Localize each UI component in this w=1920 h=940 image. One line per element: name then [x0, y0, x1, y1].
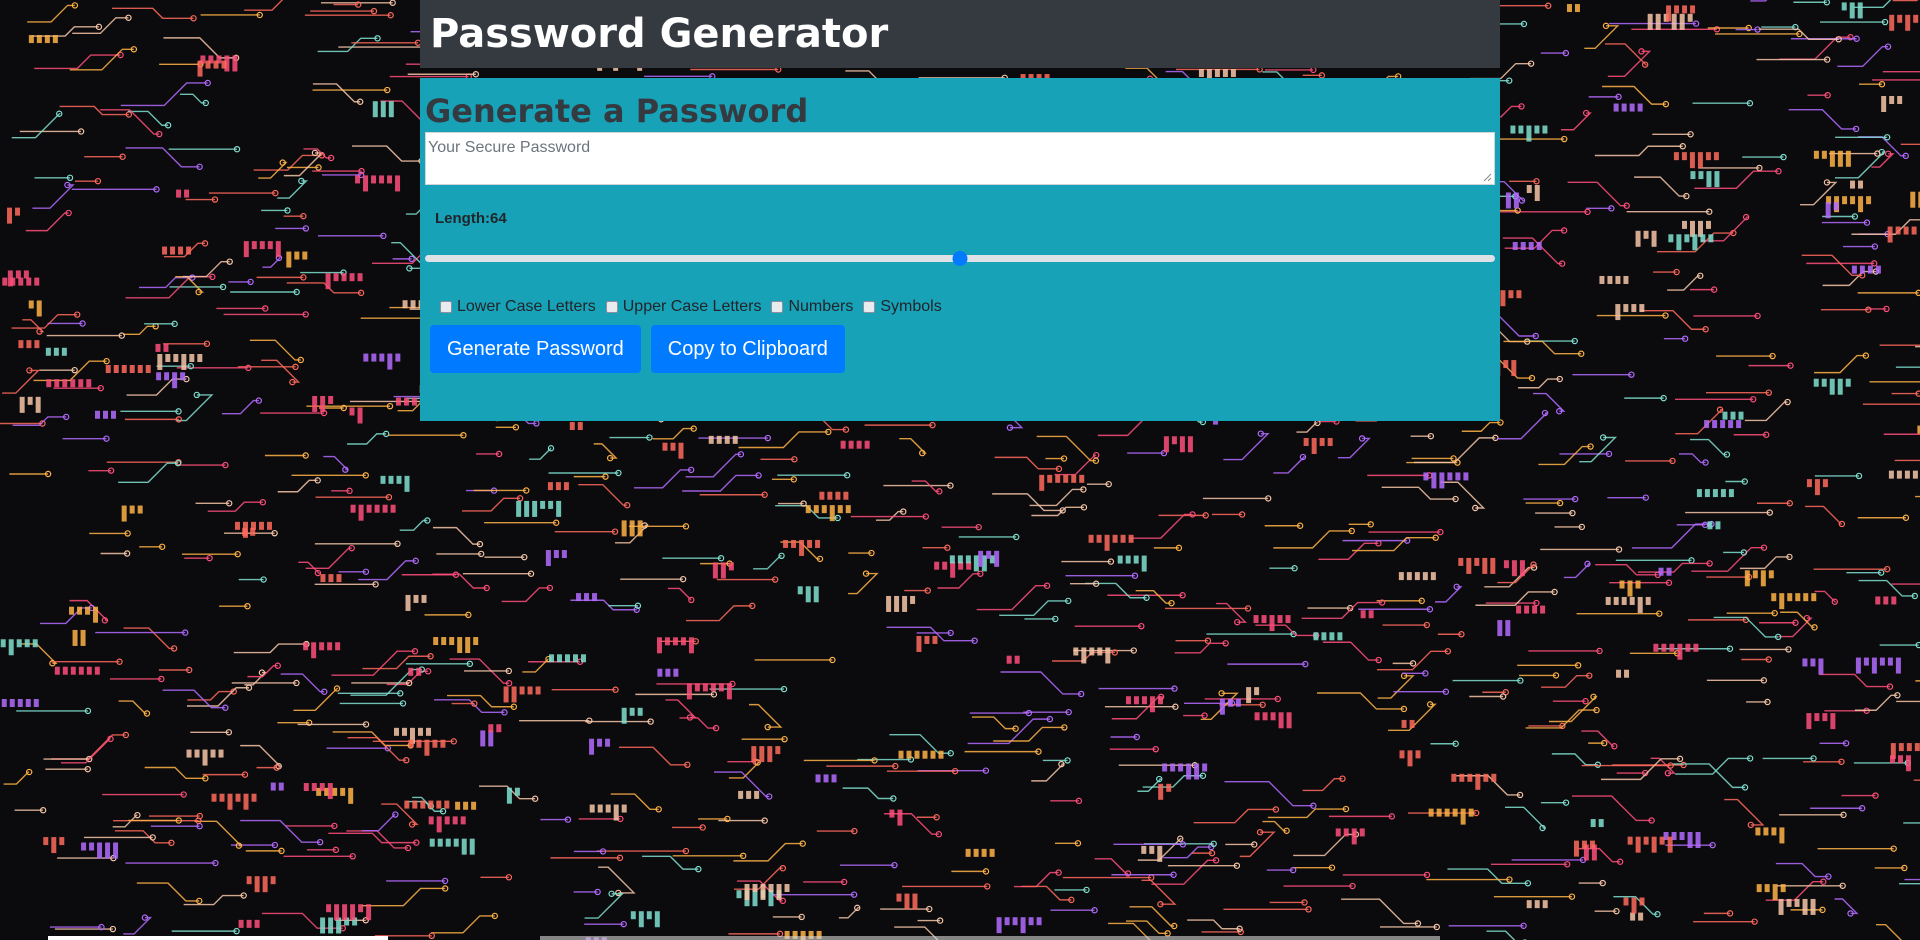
numbers-label: Numbers: [788, 298, 854, 316]
app-container: Password Generator Generate a Password Y…: [420, 0, 1500, 421]
uppercase-checkbox[interactable]: [605, 301, 618, 314]
bottom-scroll-indicator: [48, 936, 388, 940]
generator-card: Generate a Password Your Secure Password…: [420, 78, 1500, 421]
resize-grip-icon[interactable]: [1483, 173, 1492, 182]
length-label: Length:64: [435, 210, 507, 228]
bottom-edge-strip: [540, 936, 1440, 940]
password-textarea[interactable]: Your Secure Password: [425, 132, 1495, 186]
page-header: Password Generator: [420, 0, 1500, 68]
copy-to-clipboard-button[interactable]: Copy to Clipboard: [650, 325, 845, 374]
lowercase-checkbox[interactable]: [440, 301, 452, 314]
action-buttons: Generate Password Copy to Clipboard: [430, 325, 1495, 374]
password-placeholder: Your Secure Password: [428, 139, 591, 157]
symbols-checkbox[interactable]: [863, 301, 876, 314]
lowercase-label: Lower Case Letters: [457, 298, 596, 316]
generate-password-button[interactable]: Generate Password: [430, 325, 641, 374]
character-options: Lower Case Letters Upper Case Letters Nu…: [440, 298, 1495, 316]
page-title: Password Generator: [430, 11, 889, 57]
uppercase-label: Upper Case Letters: [622, 298, 762, 316]
card-heading: Generate a Password: [425, 92, 809, 130]
option-symbols[interactable]: Symbols: [863, 298, 942, 316]
numbers-checkbox[interactable]: [771, 301, 784, 314]
length-slider[interactable]: [425, 248, 1495, 268]
option-numbers[interactable]: Numbers: [771, 298, 853, 316]
option-lowercase[interactable]: Lower Case Letters: [440, 298, 596, 316]
slider-thumb[interactable]: [952, 251, 968, 267]
option-uppercase[interactable]: Upper Case Letters: [605, 298, 762, 316]
symbols-label: Symbols: [880, 298, 942, 316]
